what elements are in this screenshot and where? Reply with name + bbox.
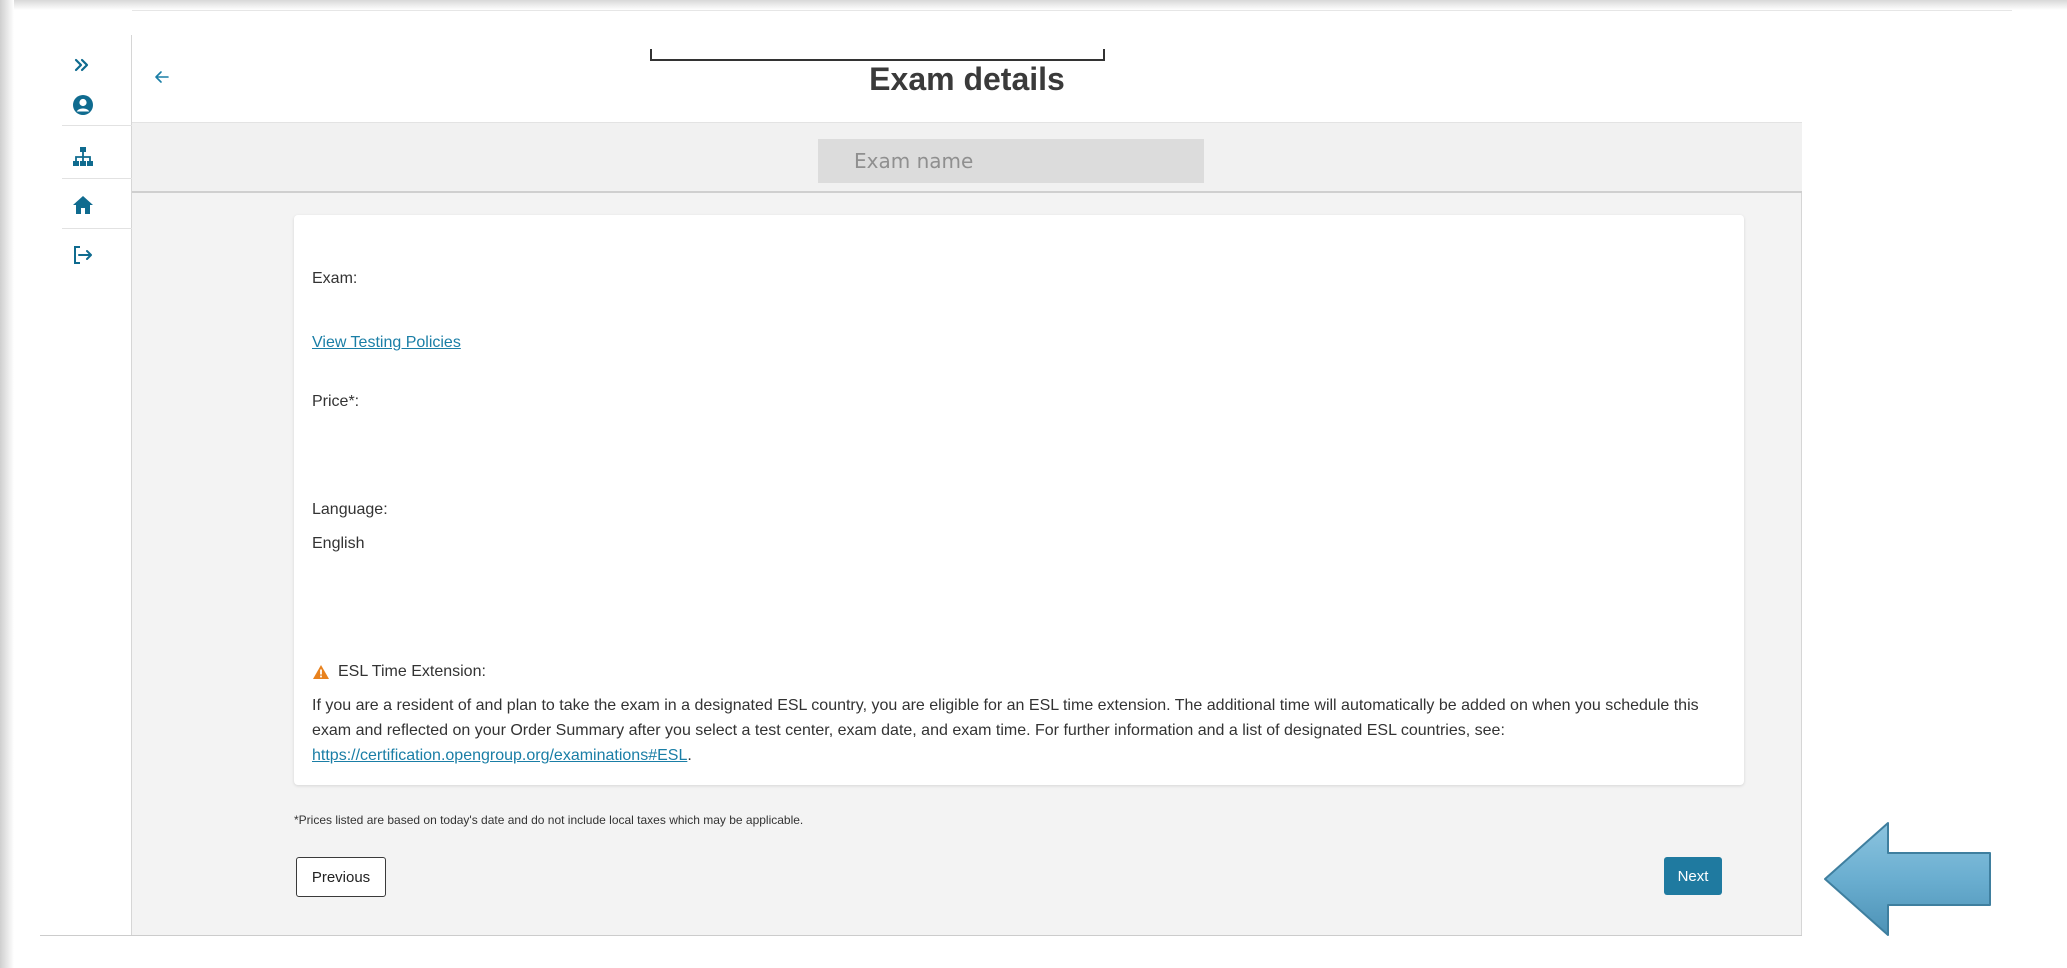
sign-out-icon bbox=[74, 246, 92, 264]
double-chevron-right-icon bbox=[74, 58, 89, 72]
view-testing-policies-link[interactable]: View Testing Policies bbox=[312, 334, 461, 352]
esl-description-end: . bbox=[687, 747, 692, 764]
page-title: Exam details bbox=[869, 61, 1065, 97]
sitemap-icon bbox=[73, 147, 93, 166]
exam-label: Exam: bbox=[312, 270, 358, 287]
esl-heading: ESL Time Extension: bbox=[312, 663, 486, 681]
sidebar-signout-button[interactable] bbox=[40, 225, 132, 285]
previous-button[interactable]: Previous bbox=[296, 857, 386, 897]
header-cropped-bracket bbox=[650, 49, 1105, 61]
esl-heading-text: ESL Time Extension: bbox=[338, 663, 486, 680]
rail-divider bbox=[62, 125, 132, 126]
page-header: Exam details bbox=[132, 35, 1802, 123]
next-button[interactable]: Next bbox=[1664, 857, 1722, 895]
exam-details-card: Exam: View Testing Policies Price*: Lang… bbox=[294, 215, 1744, 785]
exam-name-input[interactable] bbox=[818, 139, 1204, 183]
bottom-divider bbox=[40, 935, 1802, 936]
price-footnote: *Prices listed are based on today's date… bbox=[294, 813, 804, 827]
warning-triangle-icon bbox=[313, 665, 329, 679]
main-panel: Exam details Exam: View Testing Policies… bbox=[132, 35, 1802, 935]
sidebar-profile-button[interactable] bbox=[40, 75, 132, 135]
home-icon bbox=[73, 196, 93, 214]
language-label: Language: bbox=[312, 501, 388, 518]
screenshot-frame: Exam details Exam: View Testing Policies… bbox=[0, 0, 2067, 968]
top-divider bbox=[132, 10, 2012, 11]
language-value: English bbox=[312, 535, 365, 552]
callout-arrow-left-icon bbox=[1824, 822, 1991, 936]
esl-description-text: If you are a resident of and plan to tak… bbox=[312, 697, 1699, 739]
frame-shadow-left bbox=[0, 0, 14, 968]
sidebar-rail bbox=[40, 35, 132, 935]
exam-name-bar bbox=[132, 123, 1802, 193]
user-circle-icon bbox=[73, 95, 93, 115]
esl-countries-link[interactable]: https://certification.opengroup.org/exam… bbox=[312, 747, 687, 764]
esl-description: If you are a resident of and plan to tak… bbox=[312, 693, 1722, 768]
frame-shadow-top bbox=[0, 0, 2067, 10]
price-label: Price*: bbox=[312, 393, 360, 410]
